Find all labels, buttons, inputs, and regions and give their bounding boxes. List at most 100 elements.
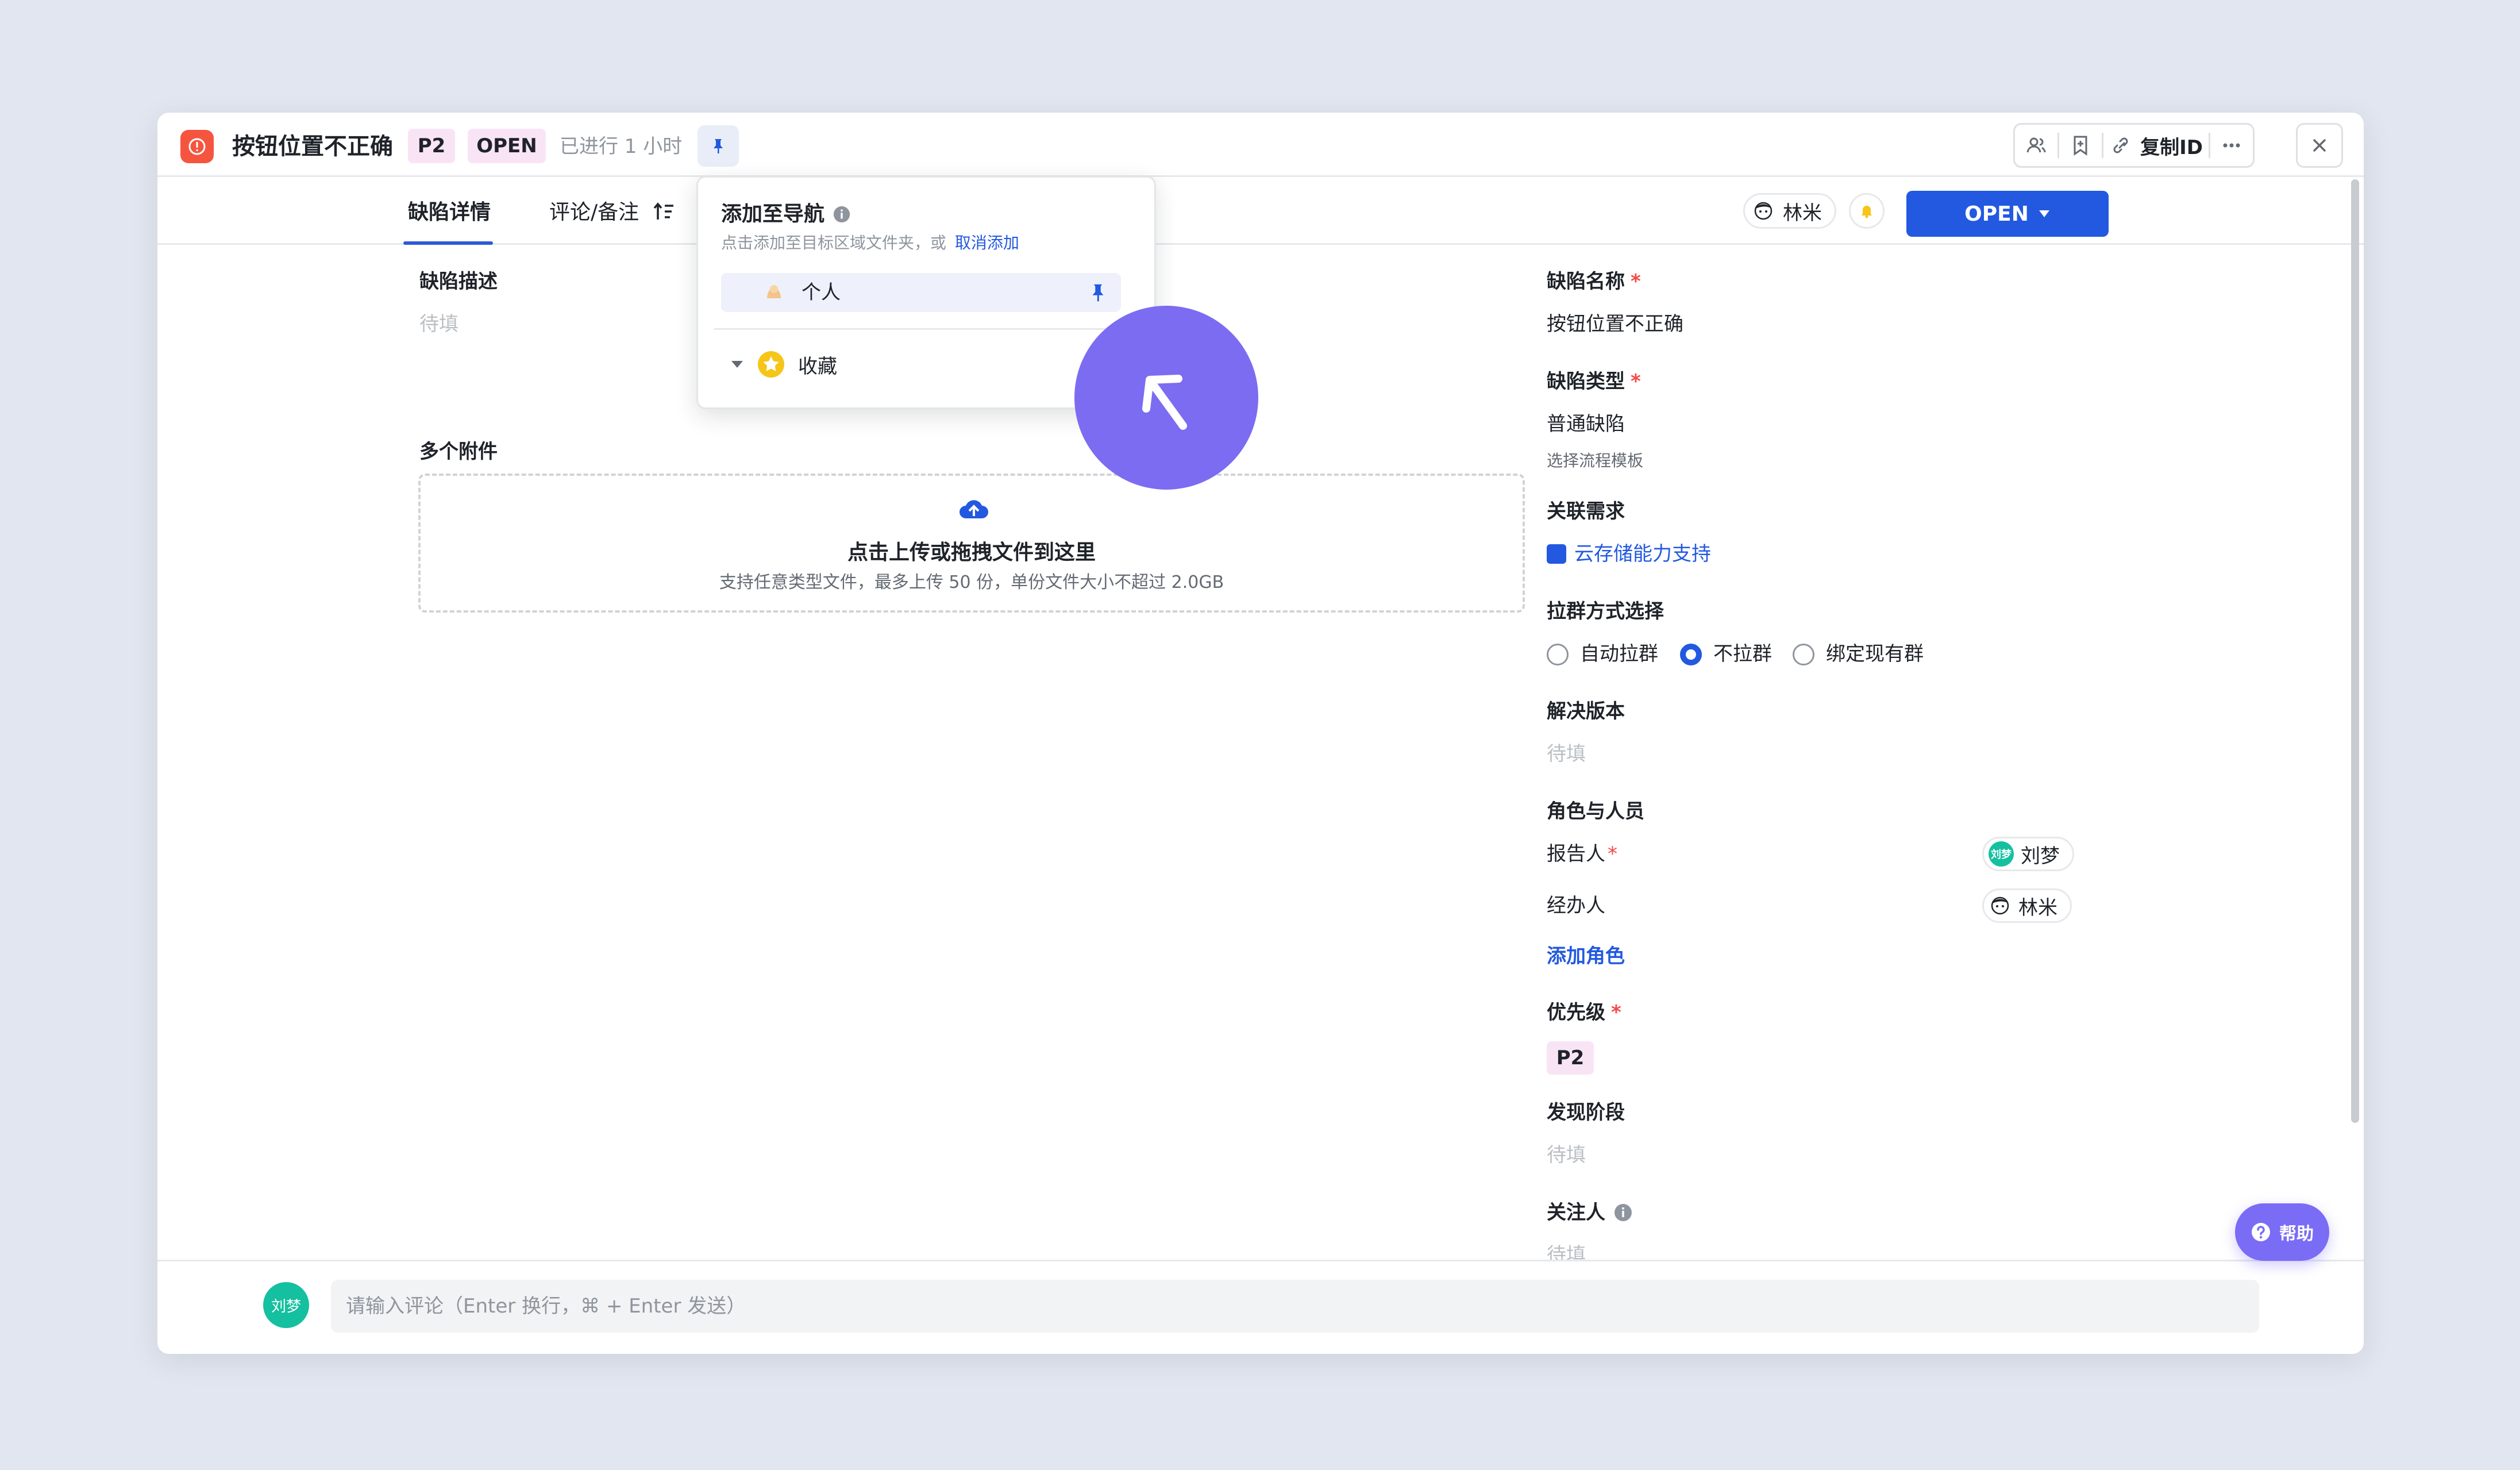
bell-icon: [1862, 206, 1872, 218]
name-field-value[interactable]: 按钮位置不正确: [1547, 310, 1683, 338]
copy-id-button[interactable]: 复制ID: [2103, 132, 2209, 160]
caret-down-icon: [2039, 210, 2049, 217]
cancel-add-link[interactable]: 取消添加: [955, 233, 1019, 252]
header-toolbar: 复制ID: [2013, 123, 2255, 168]
radio-auto-group[interactable]: [1547, 644, 1569, 665]
radio-auto-group-label[interactable]: 自动拉群: [1580, 640, 1658, 668]
star-icon: [758, 351, 784, 378]
radio-bind-group[interactable]: [1793, 644, 1814, 665]
more-button[interactable]: [2210, 125, 2253, 166]
reporter-chip[interactable]: 刘梦 刘梦: [1982, 837, 2074, 871]
status-button-label: OPEN: [1964, 202, 2029, 226]
arrow-up-left-icon: [1142, 375, 1187, 430]
close-button[interactable]: [2296, 123, 2343, 168]
sort-button[interactable]: [653, 199, 676, 226]
upload-hint: 支持任意类型文件，最多上传 50 份，单份文件大小不超过 2.0GB: [719, 572, 1224, 592]
window-header: 按钮位置不正确 P2 OPEN 已进行 1 小时 复制ID: [157, 113, 2364, 177]
nav-folder-favorites[interactable]: 收藏: [730, 350, 837, 379]
stage-label: 发现阶段: [1547, 1101, 1625, 1124]
user-face-icon: [1754, 202, 1773, 220]
tab-detail[interactable]: 缺陷详情: [408, 199, 491, 226]
comment-input[interactable]: 请输入评论（Enter 换行，⌘ + Enter 发送）: [331, 1280, 2259, 1333]
linked-requirement-text: 云存储能力支持: [1574, 542, 1711, 565]
more-icon: [2223, 143, 2240, 148]
requirement-icon: [1547, 544, 1566, 564]
pin-icon: [714, 139, 723, 153]
assignee-name: 林米: [1783, 201, 1822, 225]
roles-label: 角色与人员: [1547, 800, 1644, 823]
upload-dropzone[interactable]: 点击上传或拖拽文件到这里 支持任意类型文件，最多上传 50 份，单份文件大小不超…: [418, 474, 1525, 613]
bug-icon: [180, 130, 214, 163]
members-button[interactable]: [2015, 125, 2057, 166]
radio-bind-group-label[interactable]: 绑定现有群: [1826, 640, 1924, 668]
version-label: 解决版本: [1547, 700, 1625, 723]
elapsed-time: 已进行 1 小时: [560, 135, 683, 158]
type-field-label: 缺陷类型 *: [1547, 370, 1641, 393]
stage-input[interactable]: 待填: [1547, 1141, 1586, 1169]
caret-down-icon: [731, 361, 743, 368]
add-role-link[interactable]: 添加角色: [1547, 942, 1625, 970]
assignee-chip[interactable]: 林米: [1743, 193, 1836, 229]
cursor-indicator: [1074, 306, 1258, 490]
radio-no-group-label[interactable]: 不拉群: [1713, 640, 1772, 668]
personal-icon: [762, 281, 785, 309]
cloud-upload-icon: [960, 500, 988, 518]
handler-name: 林米: [2018, 896, 2057, 919]
reporter-name: 刘梦: [2021, 844, 2060, 868]
comment-footer: 刘梦 请输入评论（Enter 换行，⌘ + Enter 发送）: [157, 1260, 2364, 1354]
avatar: 刘梦: [263, 1282, 309, 1328]
status-tag[interactable]: OPEN: [468, 129, 546, 163]
info-icon: [1615, 1204, 1632, 1221]
version-input[interactable]: 待填: [1547, 740, 1586, 768]
sort-icon: [653, 202, 673, 220]
watchers-label: 关注人: [1547, 1199, 1633, 1226]
popover-subtitle: 点击添加至目标区域文件夹，或 取消添加: [721, 233, 1019, 252]
priority-label: 优先级 *: [1547, 1001, 1621, 1024]
handler-chip[interactable]: 林米: [1982, 888, 2072, 923]
avatar: 刘梦: [1989, 841, 2014, 867]
pin-icon[interactable]: [1086, 281, 1109, 309]
scrollbar[interactable]: [2351, 179, 2359, 1123]
status-dropdown-button[interactable]: OPEN: [1906, 191, 2109, 237]
help-icon: [2252, 1223, 2270, 1241]
bookmark-button[interactable]: [2059, 125, 2102, 166]
description-input[interactable]: 待填: [419, 310, 458, 338]
radio-no-group[interactable]: [1680, 644, 1702, 665]
user-face-icon: [1991, 896, 2009, 915]
detail-window: 按钮位置不正确 P2 OPEN 已进行 1 小时 复制ID 缺陷详情 评论/备注…: [157, 113, 2364, 1354]
type-field-value[interactable]: 普通缺陷: [1547, 410, 1625, 438]
avatar: [1989, 894, 2012, 917]
page-title: 按钮位置不正确: [232, 133, 393, 160]
nav-folder-personal[interactable]: 个人: [721, 273, 1121, 312]
reporter-label: 报告人 *: [1547, 842, 1617, 865]
copy-id-label: 复制ID: [2140, 136, 2203, 159]
favorites-label: 收藏: [798, 355, 837, 378]
priority-tag[interactable]: P2: [408, 129, 455, 163]
avatar: [1752, 199, 1775, 222]
tab-active-indicator: [403, 241, 493, 245]
notify-button[interactable]: [1849, 193, 1885, 229]
linked-requirement-link[interactable]: 云存储能力支持: [1547, 540, 1711, 568]
popover-divider: [714, 328, 1142, 330]
template-hint[interactable]: 选择流程模板: [1547, 449, 1643, 472]
description-label: 缺陷描述: [419, 270, 498, 293]
popover-title: 添加至导航: [721, 201, 851, 228]
linked-requirement-label: 关联需求: [1547, 500, 1625, 523]
tab-comments[interactable]: 评论/备注: [549, 199, 639, 226]
help-label: 帮助: [2279, 1224, 2314, 1244]
handler-label: 经办人: [1547, 894, 1605, 917]
help-button[interactable]: 帮助: [2235, 1203, 2329, 1261]
members-icon: [2026, 137, 2046, 153]
personal-label: 个人: [802, 281, 841, 304]
priority-value-tag[interactable]: P2: [1547, 1041, 1594, 1075]
upload-title: 点击上传或拖拽文件到这里: [847, 541, 1096, 564]
bookmark-icon: [2074, 136, 2087, 156]
info-icon: [833, 206, 850, 223]
close-icon: [2313, 139, 2326, 152]
link-icon: [2113, 137, 2128, 153]
attachments-label: 多个附件: [419, 440, 498, 463]
tab-bar: 缺陷详情 评论/备注 林米 OPEN: [157, 177, 2364, 245]
name-field-label: 缺陷名称 *: [1547, 270, 1641, 293]
pin-button[interactable]: [698, 125, 739, 167]
group-mode-label: 拉群方式选择: [1547, 600, 1664, 623]
